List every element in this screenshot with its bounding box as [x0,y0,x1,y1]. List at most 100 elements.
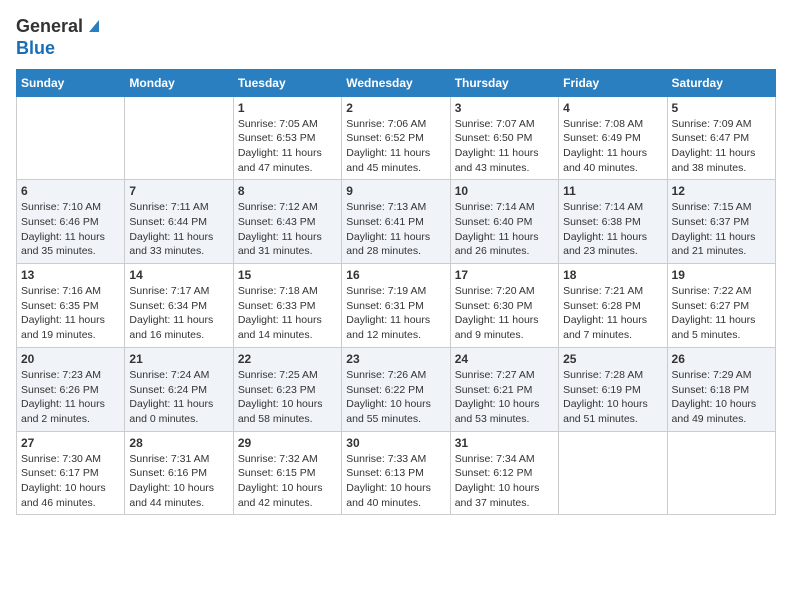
header-day-wednesday: Wednesday [342,69,450,96]
day-detail: Sunrise: 7:28 AMSunset: 6:19 PMDaylight:… [563,369,648,425]
calendar-cell: 22 Sunrise: 7:25 AMSunset: 6:23 PMDayligh… [233,347,341,431]
day-detail: Sunrise: 7:10 AMSunset: 6:46 PMDaylight:… [21,201,105,257]
day-number: 4 [563,101,662,115]
day-number: 29 [238,436,337,450]
calendar-cell: 28 Sunrise: 7:31 AMSunset: 6:16 PMDayligh… [125,431,233,515]
day-detail: Sunrise: 7:05 AMSunset: 6:53 PMDaylight:… [238,118,322,174]
day-number: 28 [129,436,228,450]
day-detail: Sunrise: 7:25 AMSunset: 6:23 PMDaylight:… [238,369,323,425]
header-day-thursday: Thursday [450,69,558,96]
day-detail: Sunrise: 7:11 AMSunset: 6:44 PMDaylight:… [129,201,213,257]
calendar-cell: 14 Sunrise: 7:17 AMSunset: 6:34 PMDayligh… [125,264,233,348]
week-row-1: 1 Sunrise: 7:05 AMSunset: 6:53 PMDaylight… [17,96,776,180]
day-detail: Sunrise: 7:32 AMSunset: 6:15 PMDaylight:… [238,453,323,509]
week-row-5: 27Sunrise: 7:30 AMSunset: 6:17 PMDayligh… [17,431,776,515]
calendar-cell: 15 Sunrise: 7:18 AMSunset: 6:33 PMDayligh… [233,264,341,348]
calendar-cell: 27Sunrise: 7:30 AMSunset: 6:17 PMDayligh… [17,431,125,515]
header-row: SundayMondayTuesdayWednesdayThursdayFrid… [17,69,776,96]
day-detail: Sunrise: 7:14 AMSunset: 6:40 PMDaylight:… [455,201,539,257]
day-number: 17 [455,268,554,282]
calendar-cell [17,96,125,180]
day-detail: Sunrise: 7:07 AMSunset: 6:50 PMDaylight:… [455,118,539,174]
calendar-cell: 29 Sunrise: 7:32 AMSunset: 6:15 PMDayligh… [233,431,341,515]
week-row-3: 13 Sunrise: 7:16 AMSunset: 6:35 PMDayligh… [17,264,776,348]
calendar-cell: 21 Sunrise: 7:24 AMSunset: 6:24 PMDayligh… [125,347,233,431]
day-detail: Sunrise: 7:09 AMSunset: 6:47 PMDaylight:… [672,118,756,174]
day-number: 3 [455,101,554,115]
day-number: 1 [238,101,337,115]
calendar-cell: 1 Sunrise: 7:05 AMSunset: 6:53 PMDaylight… [233,96,341,180]
day-number: 13 [21,268,120,282]
day-detail: Sunrise: 7:21 AMSunset: 6:28 PMDaylight:… [563,285,647,341]
day-number: 26 [672,352,771,366]
calendar-cell: 12Sunrise: 7:15 AMSunset: 6:37 PMDayligh… [667,180,775,264]
day-number: 27 [21,436,120,450]
day-detail: Sunrise: 7:17 AMSunset: 6:34 PMDaylight:… [129,285,213,341]
calendar-cell: 7 Sunrise: 7:11 AMSunset: 6:44 PMDaylight… [125,180,233,264]
day-number: 21 [129,352,228,366]
logo-triangle-icon [85,16,103,34]
day-number: 24 [455,352,554,366]
page-header: General Blue [16,16,776,59]
day-number: 11 [563,184,662,198]
day-detail: Sunrise: 7:16 AMSunset: 6:35 PMDaylight:… [21,285,105,341]
calendar-cell: 4 Sunrise: 7:08 AMSunset: 6:49 PMDaylight… [559,96,667,180]
header-day-tuesday: Tuesday [233,69,341,96]
day-detail: Sunrise: 7:22 AMSunset: 6:27 PMDaylight:… [672,285,756,341]
calendar-cell: 9Sunrise: 7:13 AMSunset: 6:41 PMDaylight… [342,180,450,264]
day-detail: Sunrise: 7:15 AMSunset: 6:37 PMDaylight:… [672,201,756,257]
calendar-cell: 17Sunrise: 7:20 AMSunset: 6:30 PMDayligh… [450,264,558,348]
day-number: 30 [346,436,445,450]
calendar-cell: 30 Sunrise: 7:33 AMSunset: 6:13 PMDayligh… [342,431,450,515]
calendar-cell: 26 Sunrise: 7:29 AMSunset: 6:18 PMDayligh… [667,347,775,431]
day-detail: Sunrise: 7:08 AMSunset: 6:49 PMDaylight:… [563,118,647,174]
logo: General Blue [16,16,103,59]
day-number: 20 [21,352,120,366]
day-detail: Sunrise: 7:13 AMSunset: 6:41 PMDaylight:… [346,201,430,257]
calendar-cell: 16Sunrise: 7:19 AMSunset: 6:31 PMDayligh… [342,264,450,348]
calendar-cell: 5Sunrise: 7:09 AMSunset: 6:47 PMDaylight… [667,96,775,180]
day-number: 10 [455,184,554,198]
calendar-cell: 8 Sunrise: 7:12 AMSunset: 6:43 PMDaylight… [233,180,341,264]
day-number: 8 [238,184,337,198]
calendar-cell [559,431,667,515]
day-number: 15 [238,268,337,282]
calendar-cell: 11Sunrise: 7:14 AMSunset: 6:38 PMDayligh… [559,180,667,264]
calendar-cell [667,431,775,515]
day-number: 25 [563,352,662,366]
day-detail: Sunrise: 7:23 AMSunset: 6:26 PMDaylight:… [21,369,105,425]
day-detail: Sunrise: 7:31 AMSunset: 6:16 PMDaylight:… [129,453,214,509]
day-detail: Sunrise: 7:33 AMSunset: 6:13 PMDaylight:… [346,453,431,509]
day-number: 6 [21,184,120,198]
day-detail: Sunrise: 7:12 AMSunset: 6:43 PMDaylight:… [238,201,322,257]
day-detail: Sunrise: 7:18 AMSunset: 6:33 PMDaylight:… [238,285,322,341]
week-row-4: 20 Sunrise: 7:23 AMSunset: 6:26 PMDayligh… [17,347,776,431]
calendar-header: SundayMondayTuesdayWednesdayThursdayFrid… [17,69,776,96]
day-detail: Sunrise: 7:27 AMSunset: 6:21 PMDaylight:… [455,369,540,425]
logo-blue-text: Blue [16,39,103,59]
logo-general-text: General [16,16,83,36]
day-detail: Sunrise: 7:19 AMSunset: 6:31 PMDaylight:… [346,285,430,341]
day-detail: Sunrise: 7:29 AMSunset: 6:18 PMDaylight:… [672,369,757,425]
calendar-cell: 31 Sunrise: 7:34 AMSunset: 6:12 PMDayligh… [450,431,558,515]
header-day-saturday: Saturday [667,69,775,96]
week-row-2: 6 Sunrise: 7:10 AMSunset: 6:46 PMDaylight… [17,180,776,264]
calendar-cell: 3 Sunrise: 7:07 AMSunset: 6:50 PMDaylight… [450,96,558,180]
calendar-cell: 13 Sunrise: 7:16 AMSunset: 6:35 PMDayligh… [17,264,125,348]
day-number: 19 [672,268,771,282]
day-number: 14 [129,268,228,282]
day-detail: Sunrise: 7:24 AMSunset: 6:24 PMDaylight:… [129,369,213,425]
day-number: 22 [238,352,337,366]
day-detail: Sunrise: 7:26 AMSunset: 6:22 PMDaylight:… [346,369,431,425]
day-number: 23 [346,352,445,366]
calendar-cell: 25 Sunrise: 7:28 AMSunset: 6:19 PMDayligh… [559,347,667,431]
day-detail: Sunrise: 7:34 AMSunset: 6:12 PMDaylight:… [455,453,540,509]
day-number: 31 [455,436,554,450]
calendar-cell: 20 Sunrise: 7:23 AMSunset: 6:26 PMDayligh… [17,347,125,431]
calendar-cell: 23 Sunrise: 7:26 AMSunset: 6:22 PMDayligh… [342,347,450,431]
calendar-table: SundayMondayTuesdayWednesdayThursdayFrid… [16,69,776,516]
calendar-cell: 2Sunrise: 7:06 AMSunset: 6:52 PMDaylight… [342,96,450,180]
day-number: 2 [346,101,445,115]
day-number: 7 [129,184,228,198]
calendar-cell: 19 Sunrise: 7:22 AMSunset: 6:27 PMDayligh… [667,264,775,348]
